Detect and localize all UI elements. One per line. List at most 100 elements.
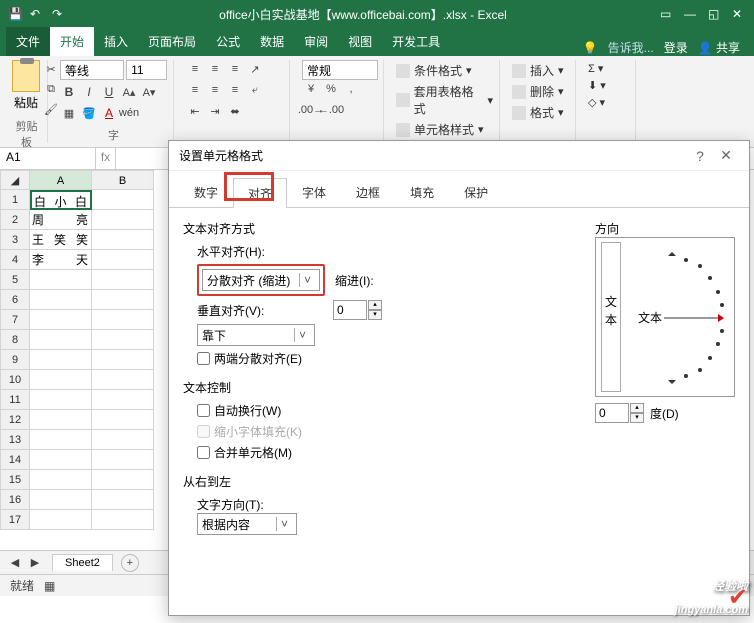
spin-down-icon[interactable]: ▾ bbox=[368, 310, 382, 320]
comma-icon[interactable]: , bbox=[342, 80, 360, 98]
cell[interactable] bbox=[30, 310, 92, 330]
increase-font-icon[interactable]: A▴ bbox=[120, 83, 138, 101]
decrease-font-icon[interactable]: A▾ bbox=[140, 83, 158, 101]
new-sheet-icon[interactable]: + bbox=[121, 554, 139, 572]
tell-me-icon[interactable]: 💡 bbox=[583, 41, 598, 55]
tab-view[interactable]: 视图 bbox=[338, 27, 382, 56]
table-format-button[interactable]: 套用表格格式 ▾ bbox=[396, 83, 493, 117]
dlg-tab-fill[interactable]: 填充 bbox=[395, 177, 449, 207]
merge-check[interactable]: 合并单元格(M) bbox=[197, 444, 575, 461]
cell[interactable] bbox=[92, 430, 154, 450]
align-center-icon[interactable]: ≡ bbox=[206, 81, 224, 99]
border-icon[interactable]: ▦ bbox=[60, 104, 78, 122]
merge-icon[interactable]: ⬌ bbox=[226, 102, 244, 120]
row-header[interactable]: 14 bbox=[0, 450, 30, 470]
cell[interactable] bbox=[92, 230, 154, 250]
tab-developer[interactable]: 开发工具 bbox=[382, 27, 450, 56]
cell[interactable] bbox=[92, 470, 154, 490]
cell[interactable] bbox=[92, 190, 154, 210]
bold-button[interactable]: B bbox=[60, 83, 78, 101]
ribbon-opts-icon[interactable]: ▭ bbox=[660, 7, 674, 21]
sheet-nav-prev-icon[interactable]: ◀ bbox=[6, 554, 24, 572]
cell[interactable] bbox=[92, 350, 154, 370]
cell[interactable] bbox=[92, 370, 154, 390]
cell[interactable] bbox=[92, 490, 154, 510]
row-header[interactable]: 15 bbox=[0, 470, 30, 490]
cell[interactable] bbox=[30, 470, 92, 490]
cell[interactable] bbox=[92, 390, 154, 410]
tab-data[interactable]: 数据 bbox=[250, 27, 294, 56]
row-header[interactable]: 1 bbox=[0, 190, 30, 210]
cell-a1[interactable]: 白 小 白 bbox=[30, 190, 92, 210]
col-header[interactable]: A bbox=[30, 170, 92, 190]
cell[interactable] bbox=[92, 250, 154, 270]
login-link[interactable]: 登录 bbox=[664, 39, 688, 56]
cell[interactable] bbox=[30, 430, 92, 450]
col-header[interactable]: B bbox=[92, 170, 154, 190]
spin-up-icon[interactable]: ▴ bbox=[368, 300, 382, 310]
row-header[interactable]: 2 bbox=[0, 210, 30, 230]
tell-me[interactable]: 告诉我... bbox=[608, 39, 654, 56]
cell[interactable] bbox=[30, 270, 92, 290]
paste-icon[interactable] bbox=[12, 60, 40, 92]
row-header[interactable]: 12 bbox=[0, 410, 30, 430]
number-format-combo[interactable]: 常规 bbox=[302, 60, 378, 80]
underline-button[interactable]: U bbox=[100, 83, 118, 101]
cell[interactable] bbox=[30, 290, 92, 310]
dialog-help-icon[interactable]: ? bbox=[687, 148, 713, 164]
close-icon[interactable]: ✕ bbox=[732, 7, 746, 21]
row-header[interactable]: 6 bbox=[0, 290, 30, 310]
cell[interactable] bbox=[92, 310, 154, 330]
fill-button[interactable]: ⬇ ▾ bbox=[588, 79, 629, 92]
tab-insert[interactable]: 插入 bbox=[94, 27, 138, 56]
cell[interactable] bbox=[30, 350, 92, 370]
macro-record-icon[interactable]: ▦ bbox=[44, 579, 55, 593]
orientation-control[interactable]: 文本 文本 bbox=[595, 237, 735, 397]
sheet-tab[interactable]: Sheet2 bbox=[52, 554, 113, 571]
tab-formulas[interactable]: 公式 bbox=[206, 27, 250, 56]
share-button[interactable]: 👤 共享 bbox=[698, 39, 740, 56]
dialog-close-icon[interactable]: ✕ bbox=[713, 147, 739, 164]
save-icon[interactable]: 💾 bbox=[8, 7, 22, 21]
dec-decimal-icon[interactable]: ←.00 bbox=[322, 101, 340, 119]
cell[interactable] bbox=[92, 290, 154, 310]
degree-input[interactable] bbox=[595, 403, 629, 423]
cell[interactable] bbox=[30, 370, 92, 390]
select-all-corner[interactable]: ◢ bbox=[0, 170, 30, 190]
spin-up-icon[interactable]: ▴ bbox=[630, 403, 644, 413]
fx-icon[interactable]: fx bbox=[96, 148, 116, 169]
vertical-align-select[interactable]: 靠下˅ bbox=[197, 324, 315, 346]
row-header[interactable]: 5 bbox=[0, 270, 30, 290]
indent-spinner[interactable]: ▴▾ bbox=[333, 300, 382, 320]
cond-format-button[interactable]: 条件格式 ▾ bbox=[396, 62, 493, 79]
inc-indent-icon[interactable]: ⇥ bbox=[206, 102, 224, 120]
cell[interactable] bbox=[30, 330, 92, 350]
font-size-combo[interactable]: 11 bbox=[126, 60, 167, 80]
name-box[interactable]: A1 bbox=[0, 148, 96, 169]
row-header[interactable]: 8 bbox=[0, 330, 30, 350]
cell[interactable] bbox=[92, 330, 154, 350]
dlg-tab-font[interactable]: 字体 bbox=[287, 177, 341, 207]
row-header[interactable]: 13 bbox=[0, 430, 30, 450]
delete-cells-button[interactable]: 删除 ▾ bbox=[512, 83, 569, 100]
percent-icon[interactable]: % bbox=[322, 80, 340, 98]
cell[interactable] bbox=[30, 450, 92, 470]
tab-review[interactable]: 审阅 bbox=[294, 27, 338, 56]
font-color-icon[interactable]: A bbox=[100, 104, 118, 122]
align-bot-icon[interactable]: ≡ bbox=[226, 60, 244, 78]
row-header[interactable]: 10 bbox=[0, 370, 30, 390]
redo-icon[interactable]: ↷ bbox=[52, 7, 66, 21]
currency-icon[interactable]: ¥ bbox=[302, 80, 320, 98]
justify-dist-check[interactable]: 两端分散对齐(E) bbox=[197, 350, 575, 367]
cell[interactable] bbox=[30, 510, 92, 530]
align-right-icon[interactable]: ≡ bbox=[226, 81, 244, 99]
fill-color-icon[interactable]: 🪣 bbox=[80, 104, 98, 122]
orientation-dial[interactable]: 文本 bbox=[634, 242, 726, 392]
cell[interactable] bbox=[92, 270, 154, 290]
cell[interactable]: 王 笑 笑 bbox=[30, 230, 92, 250]
restore-icon[interactable]: ◱ bbox=[708, 7, 722, 21]
row-header[interactable]: 17 bbox=[0, 510, 30, 530]
cell[interactable] bbox=[30, 390, 92, 410]
vertical-text-button[interactable]: 文本 bbox=[601, 242, 621, 392]
cell[interactable] bbox=[30, 490, 92, 510]
